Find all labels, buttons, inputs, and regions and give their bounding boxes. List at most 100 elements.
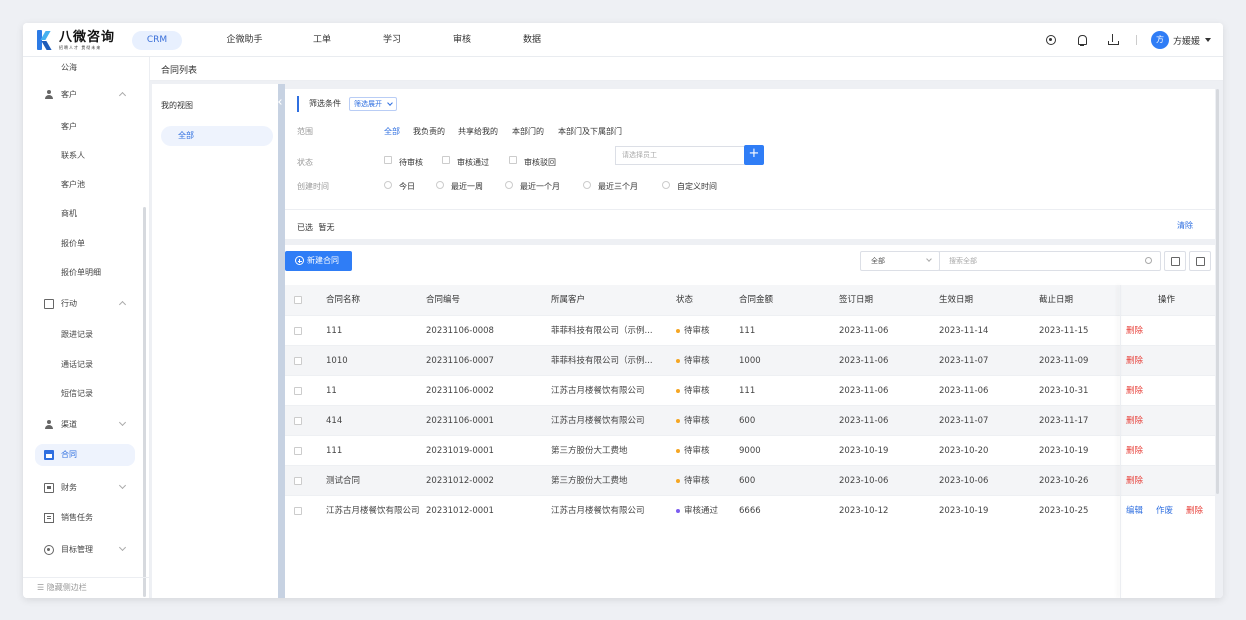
edit-link[interactable]: 编辑 [1126, 496, 1143, 526]
hide-sidebar-button[interactable]: ☰ 隐藏侧边栏 [23, 577, 150, 598]
row-checkbox[interactable] [294, 387, 302, 395]
panel-splitter[interactable] [278, 84, 285, 598]
contract-name-cell[interactable]: 测试合同 [326, 466, 424, 496]
sidebar-item-2[interactable]: 客户 [23, 116, 150, 138]
filter-expand-toggle[interactable]: 筛选展开 [349, 97, 397, 111]
column-header-5[interactable]: 签订日期 [839, 285, 873, 315]
row-checkbox[interactable] [294, 417, 302, 425]
chevron-down-icon[interactable] [118, 418, 127, 427]
sidebar-item-11[interactable]: 短信记录 [23, 383, 150, 405]
sidebar-item-4[interactable]: 客户池 [23, 174, 150, 196]
scope-option-4[interactable]: 本部门及下属部门 [558, 126, 622, 137]
contract-name-cell[interactable]: 1010 [326, 346, 424, 376]
scope-option-3[interactable]: 本部门的 [512, 126, 544, 137]
delete-link[interactable]: 删除 [1126, 316, 1143, 346]
chevron-up-icon[interactable] [118, 300, 127, 309]
sidebar-item-10[interactable]: 通话记录 [23, 354, 150, 376]
delete-link[interactable]: 删除 [1126, 406, 1143, 436]
column-header-0[interactable]: 合同名称 [326, 285, 360, 315]
delete-link[interactable]: 删除 [1126, 376, 1143, 406]
table-row[interactable]: 测试合同 20231012-0002 第三方股份大工费地 待审核 600 2023-10-… [285, 465, 1215, 495]
sidebar-item-6[interactable]: 报价单 [23, 233, 150, 255]
sidebar-item-7[interactable]: 报价单明细 [23, 262, 150, 284]
column-header-3[interactable]: 状态 [676, 285, 693, 315]
search-icon[interactable] [1145, 257, 1152, 264]
sidebar-item-12[interactable]: 渠道 [23, 414, 150, 436]
sidebar-item-5[interactable]: 商机 [23, 203, 150, 225]
column-header-2[interactable]: 所属客户 [551, 285, 585, 315]
view-item-all[interactable]: 全部 [161, 126, 273, 146]
status-checkbox-2[interactable] [509, 156, 517, 164]
chevron-down-icon[interactable] [118, 481, 127, 490]
brand-logo[interactable]: 八微咨询 招聘人才 贯彻未来 [35, 27, 115, 53]
row-checkbox[interactable] [294, 477, 302, 485]
sidebar-item-15[interactable]: 销售任务 [23, 507, 150, 529]
sidebar-item-13[interactable]: 合同 [35, 444, 135, 466]
search-scope-select[interactable]: 全部 [860, 251, 940, 271]
nav-tab-0[interactable]: CRM [132, 31, 182, 50]
clear-filter-link[interactable]: 清除 [1177, 220, 1193, 231]
time-radio-1[interactable] [436, 181, 444, 189]
employee-select[interactable]: 请选择员工 [615, 146, 746, 165]
row-checkbox[interactable] [294, 447, 302, 455]
nav-tab-3[interactable]: 学习 [357, 31, 427, 50]
row-checkbox[interactable] [294, 357, 302, 365]
time-radio-3[interactable] [583, 181, 591, 189]
table-row[interactable]: 江苏古月楼餐饮有限公司 20231012-0001 江苏古月楼餐饮有限公司 审核通过 6… [285, 495, 1215, 525]
collapse-views-button[interactable] [278, 88, 285, 118]
table-row[interactable]: 111 20231106-0008 菲菲科技有限公司（示例... 待审核 111 2023… [285, 315, 1215, 345]
sidebar-item-8[interactable]: 行动 [23, 293, 150, 315]
contract-name-cell[interactable]: 111 [326, 436, 424, 466]
sidebar-item-3[interactable]: 联系人 [23, 145, 150, 167]
export-icon[interactable] [1164, 251, 1186, 271]
scope-option-2[interactable]: 共享给我的 [458, 126, 498, 137]
chevron-up-icon[interactable] [118, 91, 127, 100]
status-checkbox-0[interactable] [384, 156, 392, 164]
table-row[interactable]: 11 20231106-0002 江苏古月楼餐饮有限公司 待审核 111 2023-11-… [285, 375, 1215, 405]
delete-link[interactable]: 删除 [1186, 496, 1203, 526]
table-row[interactable]: 111 20231019-0001 第三方股份大工费地 待审核 9000 2023-10-… [285, 435, 1215, 465]
open-external-icon[interactable] [1189, 251, 1211, 271]
chevron-down-icon[interactable] [1205, 38, 1211, 42]
avatar[interactable]: 方 [1150, 31, 1169, 49]
time-radio-0[interactable] [384, 181, 392, 189]
column-header-1[interactable]: 合同编号 [426, 285, 460, 315]
target-icon[interactable] [1044, 33, 1058, 47]
user-name[interactable]: 方媛媛 [1173, 34, 1200, 47]
sidebar-item-9[interactable]: 跟进记录 [23, 324, 150, 346]
nav-tab-2[interactable]: 工单 [287, 31, 357, 50]
nav-tab-1[interactable]: 企微助手 [202, 31, 287, 50]
row-checkbox[interactable] [294, 327, 302, 335]
time-radio-2[interactable] [505, 181, 513, 189]
void-link[interactable]: 作废 [1156, 496, 1173, 526]
column-header-8[interactable]: 操作 [1158, 285, 1175, 315]
search-input[interactable]: 搜索全部 [939, 251, 1161, 271]
sidebar-item-0[interactable]: 公海 [23, 57, 150, 79]
add-employee-button[interactable]: + [744, 145, 764, 165]
row-checkbox[interactable] [294, 507, 302, 515]
column-header-4[interactable]: 合同金额 [739, 285, 773, 315]
contract-name-cell[interactable]: 江苏古月楼餐饮有限公司 [326, 496, 424, 526]
contract-name-cell[interactable]: 11 [326, 376, 424, 406]
delete-link[interactable]: 删除 [1126, 436, 1143, 466]
scope-option-0[interactable]: 全部 [384, 126, 400, 137]
new-contract-button[interactable]: 新建合同 [285, 251, 352, 271]
column-header-7[interactable]: 截止日期 [1039, 285, 1073, 315]
nav-tab-5[interactable]: 数据 [497, 31, 567, 50]
contract-name-cell[interactable]: 414 [326, 406, 424, 436]
nav-tab-4[interactable]: 审核 [427, 31, 497, 50]
status-checkbox-1[interactable] [442, 156, 450, 164]
time-radio-4[interactable] [662, 181, 670, 189]
column-header-6[interactable]: 生效日期 [939, 285, 973, 315]
table-row[interactable]: 1010 20231106-0007 菲菲科技有限公司（示例... 待审核 1000 20… [285, 345, 1215, 375]
table-row[interactable]: 414 20231106-0001 江苏古月楼餐饮有限公司 待审核 600 2023-11… [285, 405, 1215, 435]
sidebar-item-16[interactable]: 目标管理 [23, 539, 150, 561]
list-scrollbar[interactable] [1216, 89, 1219, 494]
select-all-checkbox[interactable] [294, 296, 302, 304]
chevron-down-icon[interactable] [118, 543, 127, 552]
download-icon[interactable] [1106, 33, 1120, 47]
sidebar-item-14[interactable]: 财务 [23, 477, 150, 499]
delete-link[interactable]: 删除 [1126, 466, 1143, 496]
contract-name-cell[interactable]: 111 [326, 316, 424, 346]
delete-link[interactable]: 删除 [1126, 346, 1143, 376]
